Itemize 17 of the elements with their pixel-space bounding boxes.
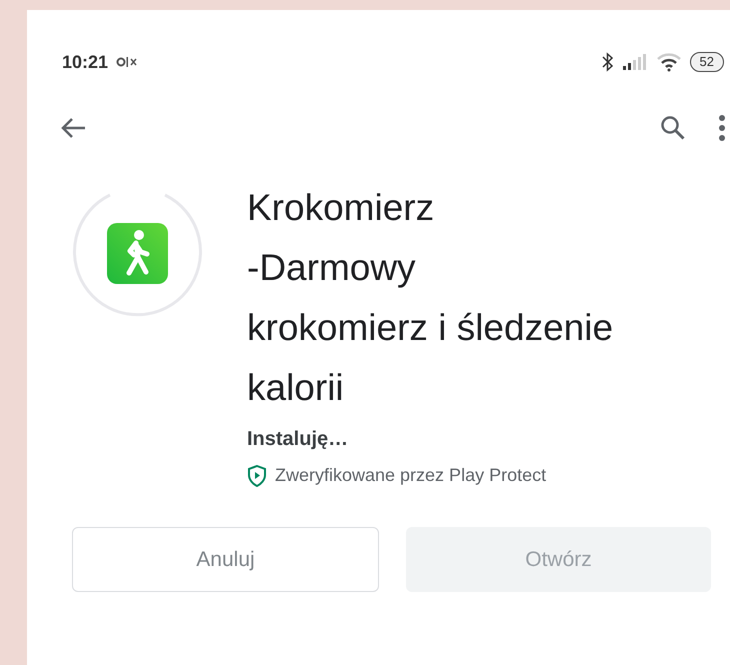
search-icon[interactable]	[660, 115, 686, 141]
cancel-button[interactable]: Anuluj	[72, 527, 379, 592]
bluetooth-icon	[602, 52, 614, 72]
app-title: -Darmowy	[247, 246, 417, 290]
wifi-icon	[656, 52, 682, 72]
status-time: 10:21	[62, 50, 108, 74]
shield-icon	[247, 464, 267, 486]
verified-label: Zweryfikowane przez Play Protect	[275, 464, 546, 487]
app-title: krokomierz i śledzenie	[247, 306, 614, 350]
app-title: Krokomierz	[247, 186, 436, 230]
back-arrow-icon[interactable]	[61, 117, 87, 139]
more-options-icon[interactable]	[718, 115, 726, 141]
signal-icon	[622, 53, 648, 71]
notification-icon	[116, 56, 138, 68]
app-title: kalorii	[247, 366, 345, 410]
install-status: Instaluję…	[247, 427, 350, 452]
battery-indicator: 52	[690, 52, 724, 72]
